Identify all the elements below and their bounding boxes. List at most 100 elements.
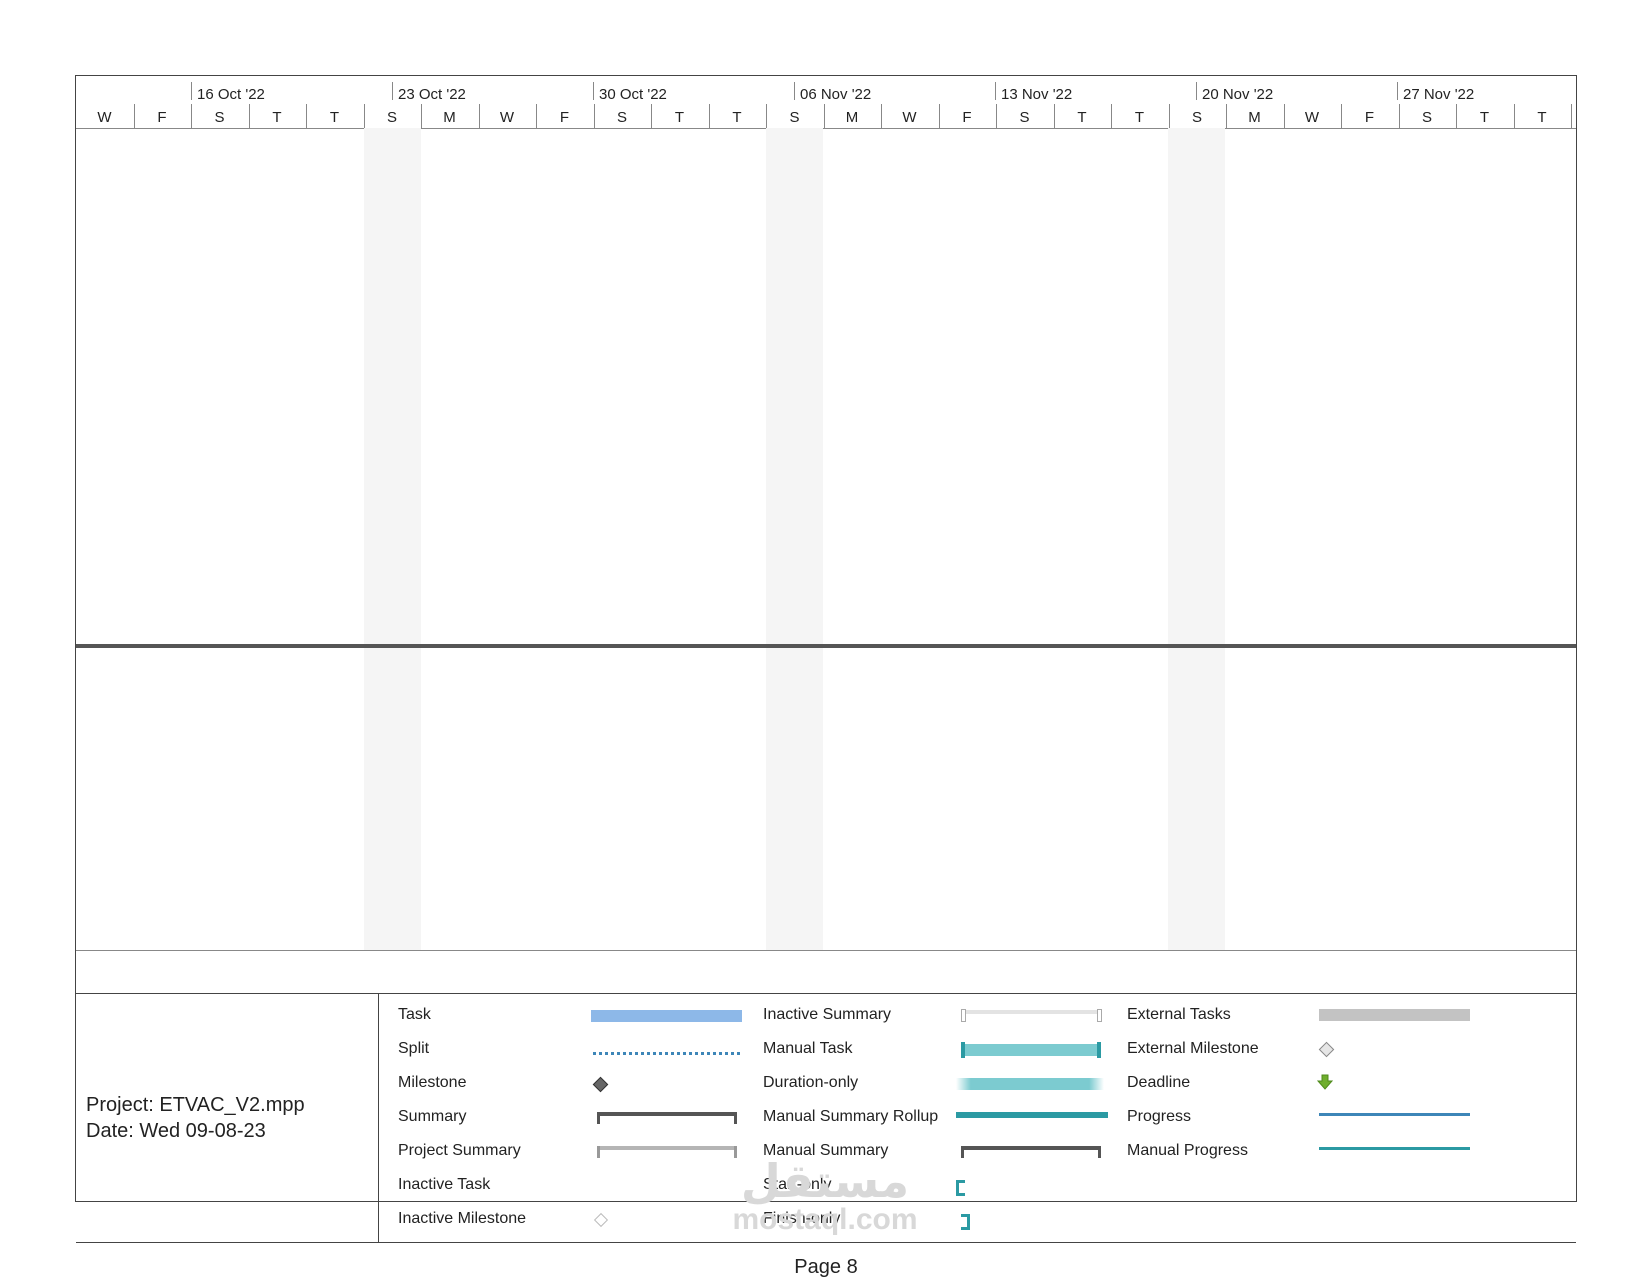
legend-label-manual-summary-rollup: Manual Summary Rollup — [763, 1108, 939, 1125]
day-label: T — [1077, 109, 1087, 126]
day-label: S — [616, 109, 627, 126]
inactive-summary-swatch — [961, 1010, 1101, 1014]
week-tick — [794, 82, 795, 100]
legend-label-progress: Progress — [1127, 1108, 1192, 1125]
legend-label-manual-task: Manual Task — [763, 1040, 853, 1057]
deadline-arrow-icon — [1317, 1074, 1333, 1090]
project-summary-left-cap — [597, 1146, 600, 1158]
chart-divider — [76, 644, 1576, 648]
legend-label-inactive-summary: Inactive Summary — [763, 1006, 892, 1023]
chart-bottom-line — [76, 950, 1576, 951]
week-label: 30 Oct '22 — [599, 86, 667, 103]
external-tasks-swatch — [1319, 1009, 1470, 1021]
legend-label-start-only: Start-only — [763, 1176, 832, 1193]
legend-label-external-milestone: External Milestone — [1127, 1040, 1259, 1057]
day-label: T — [1537, 109, 1547, 126]
day-label: W — [499, 109, 515, 126]
external-milestone-diamond-icon — [1318, 1041, 1335, 1058]
weekend-band — [364, 128, 421, 950]
day-label: T — [329, 109, 340, 126]
legend-box: Project: ETVAC_V2.mpp Date: Wed 09-08-23… — [76, 993, 1576, 1243]
project-name: Project: ETVAC_V2.mpp — [86, 1094, 305, 1116]
summary-swatch — [597, 1112, 737, 1116]
manual-summary-rollup-swatch — [956, 1112, 1108, 1118]
legend-label-split: Split — [398, 1040, 430, 1057]
project-summary-right-cap — [734, 1146, 737, 1158]
legend-label-inactive-task: Inactive Task — [398, 1176, 491, 1193]
manual-task-right-cap — [1097, 1042, 1101, 1058]
weekend-band — [766, 128, 823, 950]
legend-label-external-tasks: External Tasks — [1127, 1006, 1231, 1023]
project-date: Date: Wed 09-08-23 — [86, 1120, 266, 1142]
legend-label-manual-summary: Manual Summary — [763, 1142, 889, 1159]
timescale-header: 16 Oct '22 23 Oct '22 30 Oct '22 06 Nov '22… — [76, 76, 1576, 129]
day-label: S — [214, 109, 225, 126]
day-label: F — [1364, 109, 1375, 126]
day-label: S — [1191, 109, 1202, 126]
week-tick — [995, 82, 996, 100]
day-label: M — [443, 109, 456, 126]
week-label: 13 Nov '22 — [1001, 86, 1073, 103]
weekend-band — [1168, 128, 1225, 950]
day-label: T — [1479, 109, 1490, 126]
legend-label-task: Task — [398, 1006, 431, 1023]
manual-summary-swatch — [961, 1146, 1101, 1150]
legend-label-summary: Summary — [398, 1108, 467, 1125]
week-label: 06 Nov '22 — [800, 86, 872, 103]
duration-only-swatch — [956, 1078, 1104, 1090]
summary-left-cap — [597, 1112, 600, 1124]
manual-task-swatch — [961, 1044, 1101, 1056]
finish-only-bracket-icon — [961, 1214, 970, 1230]
week-tick — [1397, 82, 1398, 100]
day-label: T — [732, 109, 742, 126]
day-label: S — [1019, 109, 1030, 126]
manual-task-left-cap — [961, 1042, 965, 1058]
week-label: 23 Oct '22 — [398, 86, 466, 103]
week-label: 16 Oct '22 — [197, 86, 265, 103]
day-label: T — [272, 109, 282, 126]
day-label: W — [97, 109, 112, 126]
split-swatch — [593, 1052, 740, 1055]
project-info: Project: ETVAC_V2.mpp Date: Wed 09-08-23 — [76, 994, 379, 1242]
progress-swatch — [1319, 1113, 1470, 1116]
week-tick — [593, 82, 594, 100]
day-label: T — [1134, 109, 1145, 126]
day-label: F — [157, 109, 167, 126]
week-label: 27 Nov '22 — [1403, 86, 1475, 103]
legend-label-inactive-milestone: Inactive Milestone — [398, 1210, 527, 1227]
day-label: S — [1421, 109, 1432, 126]
legend-label-finish-only: Finish-only — [763, 1210, 841, 1227]
gantt-chart-area — [76, 128, 1576, 950]
legend-label-manual-progress: Manual Progress — [1127, 1142, 1248, 1159]
week-label: 20 Nov '22 — [1202, 86, 1274, 103]
day-label: W — [902, 109, 917, 126]
inactive-milestone-diamond-icon — [593, 1212, 609, 1228]
project-summary-swatch — [597, 1146, 737, 1150]
week-tick — [392, 82, 393, 100]
day-label: M — [845, 109, 859, 126]
day-label: S — [386, 109, 397, 126]
day-label: F — [559, 109, 570, 126]
page-frame: 16 Oct '22 23 Oct '22 30 Oct '22 06 Nov '22… — [75, 75, 1577, 1278]
start-only-bracket-icon — [956, 1180, 965, 1196]
legend-label-duration-only: Duration-only — [763, 1074, 859, 1091]
week-tick — [191, 82, 192, 100]
summary-right-cap — [734, 1112, 737, 1124]
manual-progress-swatch — [1319, 1147, 1470, 1150]
manual-summary-right-cap — [1098, 1146, 1101, 1158]
day-label: M — [1248, 109, 1261, 126]
legend-label-milestone: Milestone — [398, 1074, 467, 1091]
day-label: S — [789, 109, 800, 126]
day-label: F — [962, 109, 972, 126]
inactive-summary-left-cap — [961, 1009, 966, 1022]
milestone-diamond-icon — [592, 1076, 609, 1093]
day-label: T — [674, 109, 685, 126]
legend-label-project-summary: Project Summary — [398, 1142, 521, 1159]
legend-label-deadline: Deadline — [1127, 1074, 1191, 1091]
task-bar-swatch — [591, 1010, 742, 1022]
inactive-summary-right-cap — [1097, 1009, 1102, 1022]
day-label: W — [1304, 109, 1320, 126]
day-tick — [1571, 104, 1572, 128]
manual-summary-left-cap — [961, 1146, 964, 1158]
week-tick — [1196, 82, 1197, 100]
